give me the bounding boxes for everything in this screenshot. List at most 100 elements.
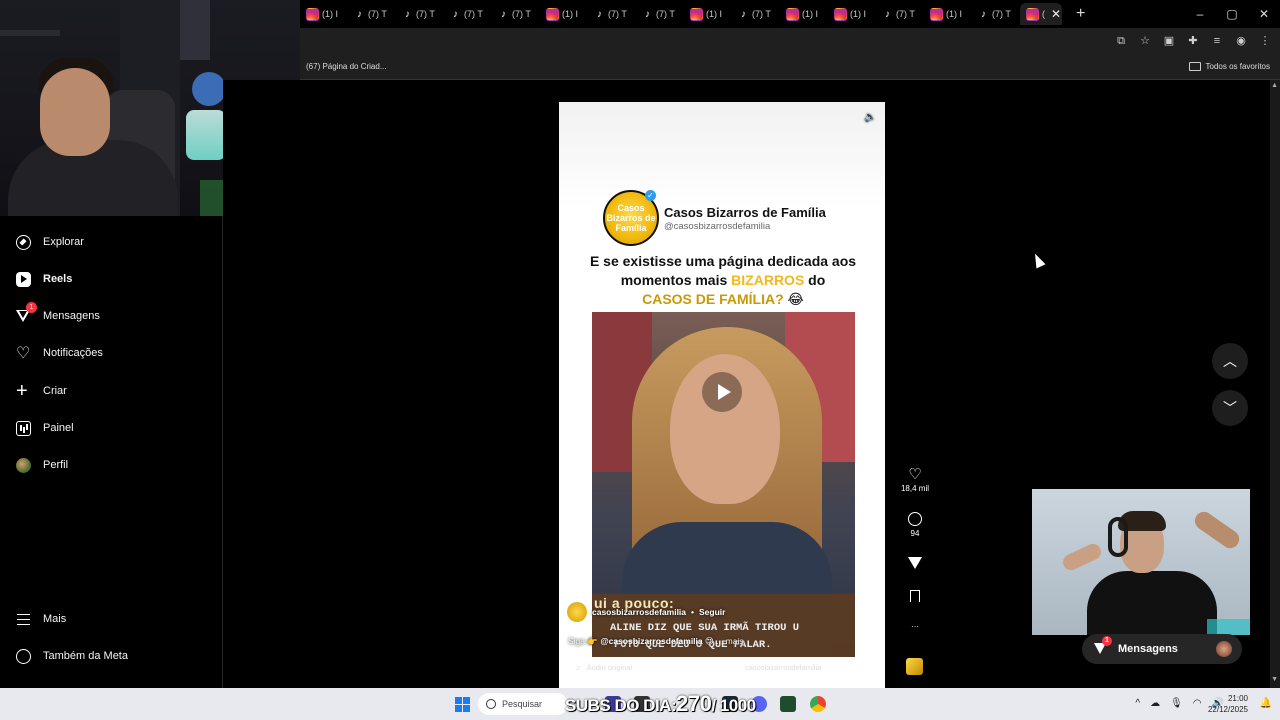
headline-highlight: CASOS DE FAMÍLIA? bbox=[642, 291, 784, 307]
author-name[interactable]: casosbizarrosdefamilia bbox=[592, 607, 686, 617]
browser-tab[interactable]: (1) I bbox=[828, 3, 876, 25]
browser-tab[interactable]: ♪ (7) T bbox=[348, 3, 396, 25]
browser-tab[interactable]: ♪ (7) T bbox=[588, 3, 636, 25]
more-icon: ··· bbox=[911, 622, 919, 631]
chrome-icon[interactable] bbox=[810, 696, 826, 712]
save-button[interactable] bbox=[898, 588, 932, 604]
taskbar-clock[interactable]: 21:00 22/12/2025 bbox=[1208, 693, 1248, 715]
more-options-button[interactable]: ··· bbox=[898, 622, 932, 631]
tiktok-icon: ♪ bbox=[498, 8, 509, 20]
new-tab-button[interactable]: + bbox=[1076, 5, 1085, 23]
browser-tab[interactable]: (1) I bbox=[780, 3, 828, 25]
sidebar-item-create[interactable]: + Criar bbox=[16, 381, 67, 401]
browser-tab[interactable]: (1) I bbox=[540, 3, 588, 25]
reels-icon bbox=[16, 271, 31, 287]
reel-video-card[interactable]: 🔈 Casos Bizarros de Família ✓ Casos Biza… bbox=[559, 102, 885, 688]
instagram-icon bbox=[930, 7, 943, 21]
share-button[interactable] bbox=[898, 554, 932, 572]
sidebar-item-dashboard[interactable]: Painel bbox=[16, 418, 74, 438]
browser-tab-label: (1) I bbox=[322, 9, 339, 19]
puzzle-icon[interactable]: ✚ bbox=[1186, 34, 1200, 48]
profile-icon[interactable]: ◉ bbox=[1234, 34, 1248, 48]
sidebar-item-more[interactable]: Mais bbox=[16, 609, 66, 629]
meta-icon bbox=[16, 648, 31, 664]
reading-list-icon[interactable]: ≡ bbox=[1210, 34, 1224, 48]
star-icon[interactable]: ☆ bbox=[1138, 34, 1152, 48]
avatar bbox=[1216, 641, 1232, 657]
sidebar-item-label: Mais bbox=[43, 613, 67, 625]
sound-icon[interactable]: 🔈 bbox=[864, 112, 876, 123]
audio-thumbnail[interactable] bbox=[906, 658, 923, 675]
tiktok-icon: ♪ bbox=[354, 8, 365, 20]
account-name: Casos Bizarros de Família bbox=[664, 205, 826, 220]
sidebar-item-reels[interactable]: Reels bbox=[16, 269, 72, 289]
messages-pill[interactable]: 1 Mensagens bbox=[1082, 634, 1242, 664]
sidebar-item-label: Reels bbox=[43, 273, 73, 285]
sidebar-item-label: Criar bbox=[43, 385, 67, 397]
browser-tab[interactable]: ♪ (7) T bbox=[972, 3, 1020, 25]
menu-icon bbox=[16, 612, 31, 627]
previous-reel-button[interactable]: ︿ bbox=[1212, 343, 1248, 379]
like-count: 18,4 mil bbox=[900, 484, 929, 493]
maximize-button[interactable]: ▢ bbox=[1216, 0, 1248, 28]
minimize-button[interactable]: – bbox=[1184, 0, 1216, 28]
all-bookmarks-button[interactable]: Todos os favoritos bbox=[1188, 62, 1270, 71]
browser-tab[interactable]: ♪ (7) T bbox=[876, 3, 924, 25]
browser-tab-label: (7) T bbox=[656, 9, 675, 19]
close-tab-icon[interactable]: ✕ bbox=[1051, 7, 1061, 21]
microphone-icon[interactable]: 🎙 bbox=[1170, 698, 1183, 709]
browser-tab[interactable]: (1) I bbox=[684, 3, 732, 25]
guest-webcam bbox=[1032, 489, 1250, 635]
chevron-up-icon[interactable]: ^ bbox=[1135, 698, 1140, 709]
author-avatar[interactable] bbox=[567, 602, 587, 622]
bookmark-creator-page[interactable]: (67) Página do Criad... bbox=[306, 62, 387, 71]
scroll-down-arrow-icon[interactable]: ▼ bbox=[1271, 676, 1278, 683]
sidebar-item-also-from-meta[interactable]: Também da Meta bbox=[16, 646, 128, 666]
browser-tab[interactable]: (1) I bbox=[924, 3, 972, 25]
page-scrollbar[interactable] bbox=[1270, 80, 1280, 688]
taskbar-search[interactable]: Pesquisar bbox=[478, 693, 568, 715]
windows-start-icon[interactable] bbox=[455, 697, 470, 712]
description-suffix[interactable]: 😍 ... mais bbox=[703, 636, 744, 646]
browser-tab[interactable]: ♪ (7) T bbox=[492, 3, 540, 25]
browser-tab[interactable]: (1) I bbox=[300, 3, 348, 25]
terminal-icon[interactable] bbox=[780, 696, 796, 712]
address-bar[interactable]: ⧉ ☆ ▣ ✚ ≡ ◉ ⋮ bbox=[300, 28, 1280, 55]
browser-tab-label: (1) I bbox=[562, 9, 579, 19]
active-tab-label: ( bbox=[1042, 9, 1045, 19]
reel-audio[interactable]: ♫ Áudio original bbox=[575, 663, 632, 672]
sidebar-item-notifications[interactable]: ♡ Notificações bbox=[16, 343, 103, 363]
play-icon[interactable] bbox=[702, 372, 742, 412]
extension-icon[interactable]: ▣ bbox=[1162, 34, 1176, 48]
reel-author: casosbizarrosdefamilia • Seguir bbox=[567, 602, 725, 622]
sidebar-item-profile[interactable]: Perfil bbox=[16, 455, 68, 475]
browser-tab-label: (7) T bbox=[608, 9, 627, 19]
browser-tab[interactable]: ♪ (7) T bbox=[396, 3, 444, 25]
install-app-icon[interactable]: ⧉ bbox=[1114, 34, 1128, 48]
tiktok-icon: ♪ bbox=[594, 8, 605, 20]
description-mention[interactable]: @casosbizarrosdefamilia bbox=[600, 636, 702, 646]
comment-button[interactable]: 94 bbox=[898, 510, 932, 538]
close-window-button[interactable]: ✕ bbox=[1248, 0, 1280, 28]
next-reel-button[interactable]: ﹀ bbox=[1212, 390, 1248, 426]
kebab-menu-icon[interactable]: ⋮ bbox=[1258, 34, 1272, 48]
browser-tab[interactable]: ♪ (7) T bbox=[732, 3, 780, 25]
notification-bell-icon[interactable]: 🔔 bbox=[1260, 698, 1272, 709]
audio-source[interactable]: casosbizarrosdefamilia bbox=[745, 663, 821, 672]
follow-button[interactable]: Seguir bbox=[699, 607, 725, 617]
like-button[interactable]: ♡ 18,4 mil bbox=[898, 466, 932, 493]
description-prefix: Siga 👉 bbox=[568, 636, 601, 646]
chart-icon bbox=[16, 420, 31, 436]
scroll-up-arrow-icon[interactable]: ▲ bbox=[1271, 82, 1278, 89]
avatar-icon bbox=[16, 457, 31, 473]
search-icon bbox=[486, 699, 496, 709]
sidebar-item-messages[interactable]: 1 Mensagens bbox=[16, 302, 100, 326]
sidebar-item-explore[interactable]: Explorar bbox=[16, 232, 84, 252]
cloud-icon[interactable]: ☁ bbox=[1150, 698, 1160, 709]
notification-badge: 1 bbox=[1102, 636, 1112, 646]
window-controls: – ▢ ✕ bbox=[1184, 0, 1280, 28]
browser-tab[interactable]: ♪ (7) T bbox=[444, 3, 492, 25]
active-tab[interactable]: ( ✕ bbox=[1020, 3, 1062, 25]
wifi-icon[interactable]: ◠ bbox=[1193, 698, 1202, 709]
browser-tab[interactable]: ♪ (7) T bbox=[636, 3, 684, 25]
